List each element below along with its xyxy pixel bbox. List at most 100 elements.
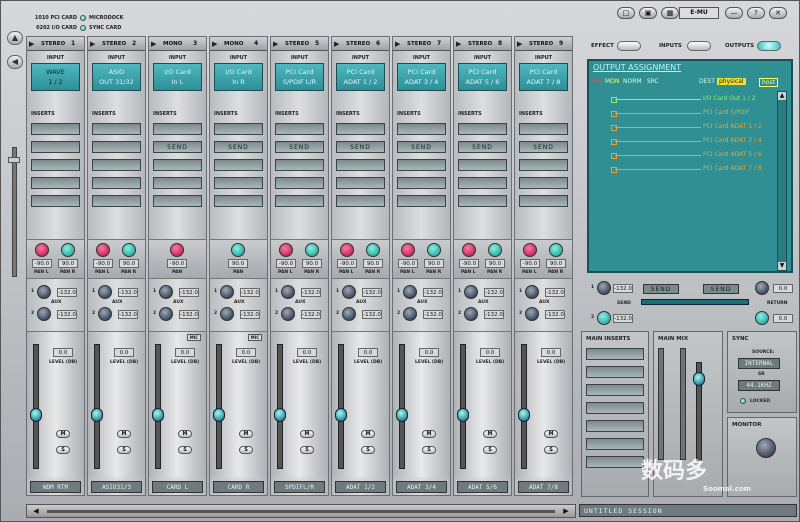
aux2-send-knob[interactable] [597, 311, 611, 325]
insert-slot[interactable] [275, 123, 324, 135]
insert-slot[interactable]: SEND [397, 141, 446, 153]
new-session-icon[interactable]: □ [617, 7, 635, 19]
aux2-knob[interactable] [98, 307, 112, 321]
main-insert-slot[interactable] [586, 384, 644, 396]
pan-left-knob[interactable] [96, 243, 110, 257]
close-icon[interactable]: ✕ [769, 7, 787, 19]
solo-button[interactable]: S [422, 446, 436, 454]
solo-button[interactable]: S [56, 446, 70, 454]
insert-slot[interactable] [458, 177, 507, 189]
insert-slot[interactable] [31, 177, 80, 189]
fader-handle[interactable] [152, 407, 164, 422]
mute-button[interactable]: M [239, 430, 253, 438]
scroll-track[interactable] [47, 510, 555, 513]
insert-slot[interactable] [275, 159, 324, 171]
insert-slot[interactable]: SEND [275, 141, 324, 153]
insert-slot[interactable]: SEND [153, 141, 202, 153]
insert-slot[interactable]: SEND [519, 141, 568, 153]
fader-handle[interactable] [518, 407, 530, 422]
insert-slot[interactable] [336, 177, 385, 189]
fader-handle[interactable] [213, 407, 225, 422]
insert-slot[interactable] [519, 177, 568, 189]
session-name-display[interactable]: UNTITLED SESSION [579, 504, 797, 517]
mute-button[interactable]: M [300, 430, 314, 438]
insert-slot[interactable] [458, 123, 507, 135]
save-session-icon[interactable]: ▩ [661, 7, 679, 19]
pan-right-knob[interactable] [488, 243, 502, 257]
input-source-display[interactable]: ASIO OUT 31/32 [92, 63, 141, 91]
aux1-knob[interactable] [342, 285, 356, 299]
scroll-left-icon[interactable]: ◀ [29, 506, 43, 516]
pan-right-knob[interactable] [549, 243, 563, 257]
host-tab[interactable]: host [759, 78, 778, 87]
solo-button[interactable]: S [361, 446, 375, 454]
insert-slot[interactable] [31, 123, 80, 135]
pan-knob[interactable] [170, 243, 184, 257]
fader-track[interactable] [338, 344, 344, 469]
route-node-icon[interactable] [611, 111, 617, 117]
aux1-knob[interactable] [281, 285, 295, 299]
main-insert-slot[interactable] [586, 438, 644, 450]
insert-slot[interactable] [92, 195, 141, 207]
strip-menu-icon[interactable]: ▶ [151, 40, 159, 48]
pan-right-knob[interactable] [122, 243, 136, 257]
solo-button[interactable]: S [178, 446, 192, 454]
insert-slot[interactable]: SEND [214, 141, 263, 153]
mute-button[interactable]: M [56, 430, 70, 438]
insert-slot[interactable] [275, 177, 324, 189]
solo-button[interactable]: S [544, 446, 558, 454]
mic-badge[interactable]: MIC [187, 334, 201, 341]
insert-slot[interactable]: SEND [336, 141, 385, 153]
channel-name[interactable]: ADAT 3/4 [396, 481, 447, 493]
route-node-icon[interactable] [611, 167, 617, 173]
source-display[interactable]: INTERNAL [738, 358, 780, 369]
mute-button[interactable]: M [178, 430, 192, 438]
solo-button[interactable]: S [239, 446, 253, 454]
return-knob-b[interactable] [755, 311, 769, 325]
strip-menu-icon[interactable]: ▶ [273, 40, 281, 48]
insert-slot[interactable]: SEND [458, 141, 507, 153]
strip-menu-icon[interactable]: ▶ [334, 40, 342, 48]
aux2-knob[interactable] [281, 307, 295, 321]
src-tab[interactable]: SRC [647, 78, 659, 85]
channel-name[interactable]: CARD L [152, 481, 203, 493]
fader-track[interactable] [216, 344, 222, 469]
output-list-scrollbar[interactable]: ▲ ▼ [777, 91, 787, 271]
input-source-display[interactable]: I/O Card In L [153, 63, 202, 91]
pan-left-knob[interactable] [401, 243, 415, 257]
mix-tab[interactable]: MIX [591, 78, 602, 85]
pan-right-knob[interactable] [61, 243, 75, 257]
aux2-knob[interactable] [525, 307, 539, 321]
solo-button[interactable]: S [117, 446, 131, 454]
insert-slot[interactable] [214, 123, 263, 135]
main-insert-slot[interactable] [586, 456, 644, 468]
pan-right-knob[interactable] [427, 243, 441, 257]
fader-track[interactable] [33, 344, 39, 469]
insert-slot[interactable] [397, 123, 446, 135]
pan-left-knob[interactable] [279, 243, 293, 257]
insert-slot[interactable] [31, 159, 80, 171]
aux1-knob[interactable] [220, 285, 234, 299]
aux1-knob[interactable] [37, 285, 51, 299]
main-insert-slot[interactable] [586, 402, 644, 414]
fader-handle[interactable] [396, 407, 408, 422]
channel-name[interactable]: ADAT 7/8 [518, 481, 569, 493]
insert-slot[interactable] [336, 123, 385, 135]
output-assignment-row[interactable]: PCI Card ADAT 7 / 8 [593, 163, 775, 177]
aux2-knob[interactable] [342, 307, 356, 321]
fader-handle[interactable] [274, 407, 286, 422]
pan-left-knob[interactable] [35, 243, 49, 257]
pan-left-knob[interactable] [523, 243, 537, 257]
insert-slot[interactable] [153, 123, 202, 135]
aux2-knob[interactable] [220, 307, 234, 321]
mon-tab[interactable]: MON [605, 78, 619, 85]
insert-slot[interactable] [336, 195, 385, 207]
pan-right-knob[interactable] [305, 243, 319, 257]
solo-button[interactable]: S [483, 446, 497, 454]
insert-slot[interactable] [397, 195, 446, 207]
main-insert-slot[interactable] [586, 420, 644, 432]
rail-left-button[interactable]: ◀ [7, 55, 23, 69]
strip-menu-icon[interactable]: ▶ [456, 40, 464, 48]
mute-button[interactable]: M [117, 430, 131, 438]
channel-name[interactable]: ADAT 5/6 [457, 481, 508, 493]
